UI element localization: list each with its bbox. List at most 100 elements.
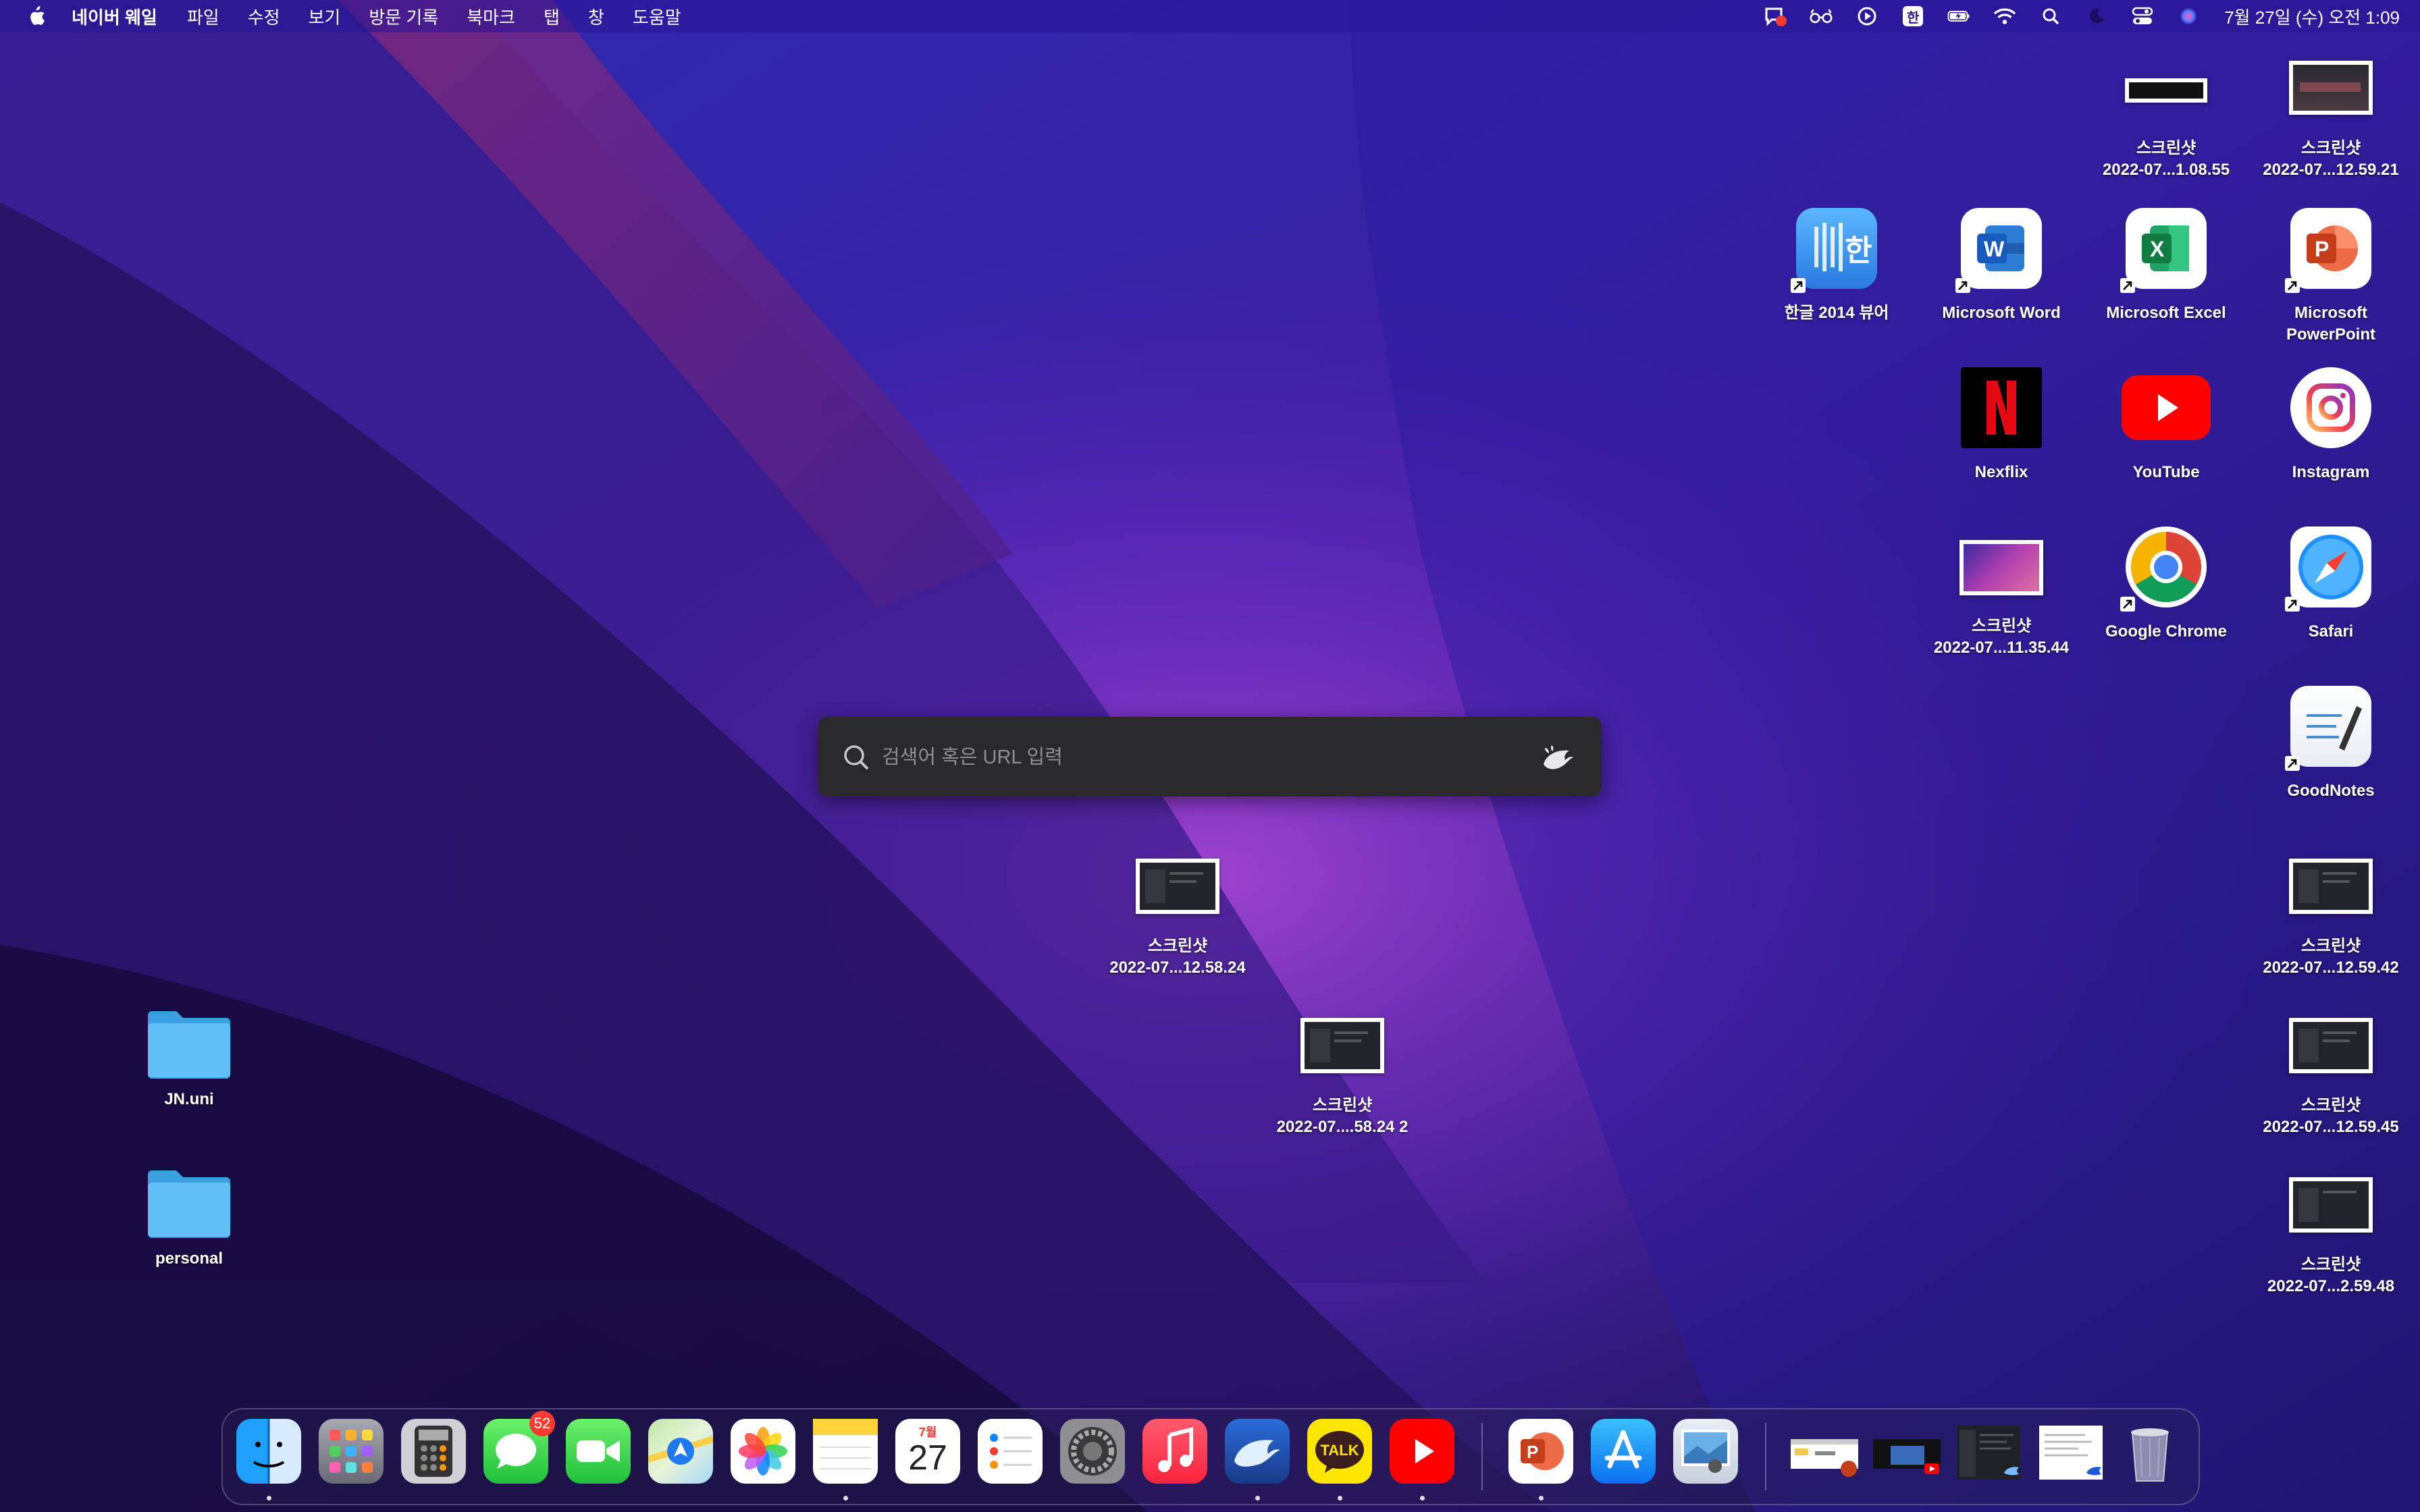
menu-app-name[interactable]: 네이버 웨일 xyxy=(72,4,157,29)
whale-quick-search-bar xyxy=(818,717,1602,796)
desktop-screenshot-item[interactable]: 스크린샷 2022-07...11.35.44 xyxy=(1920,526,2082,659)
dock: 52 7월 27 TALK P xyxy=(221,1408,2200,1505)
icon-label: 2022-07...12.59.45 xyxy=(2263,1118,2399,1136)
icon-label: 2022-07...12.59.42 xyxy=(2263,959,2399,977)
screenshot-thumbnail xyxy=(2289,61,2373,115)
play-circle-icon[interactable] xyxy=(1856,5,1878,28)
messages-badge: 52 xyxy=(529,1411,555,1436)
desktop-app-excel[interactable]: X Microsoft Excel xyxy=(2085,208,2247,324)
input-method-label: 한 xyxy=(1903,6,1924,26)
system-preferences-icon[interactable] xyxy=(1060,1419,1125,1484)
icon-label: 2022-07...12.59.21 xyxy=(2263,161,2399,179)
safari-icon xyxy=(2285,526,2371,612)
desktop-screenshot-item[interactable]: 스크린샷 2022-07...12.59.21 xyxy=(2250,61,2412,181)
notification-badge-icon[interactable] xyxy=(1764,5,1787,28)
powerpoint-icon: P xyxy=(2285,208,2371,293)
reader-glasses-icon[interactable] xyxy=(1810,5,1833,28)
apple-menu-icon[interactable] xyxy=(26,5,46,27)
desktop-screenshot-item[interactable]: 스크린샷 2022-07...2.59.48 xyxy=(2250,1177,2412,1297)
search-icon xyxy=(844,745,869,770)
icon-label: Microsoft Word xyxy=(1942,304,2061,322)
youtube-icon[interactable] xyxy=(1390,1419,1454,1484)
preview-icon[interactable] xyxy=(1673,1419,1738,1484)
desktop-screenshot-item[interactable]: 스크린샷 2022-07....58.24 2 xyxy=(1261,1018,1423,1138)
wifi-icon[interactable] xyxy=(1993,5,2016,28)
desktop-screenshot-item[interactable]: 스크린샷 2022-07...12.59.45 xyxy=(2250,1018,2412,1138)
desktop-app-chrome[interactable]: Google Chrome xyxy=(2085,526,2247,643)
whale-browser-icon[interactable] xyxy=(1225,1419,1290,1484)
menu-history[interactable]: 방문 기록 xyxy=(369,4,438,29)
running-indicator xyxy=(1255,1496,1260,1501)
music-icon[interactable] xyxy=(1142,1419,1207,1484)
icon-label: Nexflix xyxy=(1974,463,2028,481)
control-center-icon[interactable] xyxy=(2131,5,2154,28)
icon-label: Instagram xyxy=(2292,463,2370,481)
desktop-app-goodnotes[interactable]: GoodNotes xyxy=(2250,686,2412,802)
chrome-icon xyxy=(2120,526,2207,612)
menu-view[interactable]: 보기 xyxy=(309,4,341,29)
desktop-app-instagram[interactable]: Instagram xyxy=(2250,367,2412,483)
recent-window-3[interactable] xyxy=(1953,1419,2020,1484)
menubar-clock[interactable]: 7월 27일 (수) 오전 1:09 xyxy=(2224,4,2400,29)
menu-help[interactable]: 도움말 xyxy=(633,4,681,29)
desktop-app-netflix[interactable]: Nexflix xyxy=(1920,367,2082,483)
calendar-day: 27 xyxy=(908,1438,947,1478)
facetime-icon[interactable] xyxy=(566,1419,631,1484)
menu-edit[interactable]: 수정 xyxy=(248,4,280,29)
powerpoint-icon[interactable]: P xyxy=(1508,1419,1573,1484)
messages-icon[interactable]: 52 xyxy=(483,1411,555,1484)
icon-label: 스크린샷 xyxy=(2136,139,2197,157)
alias-arrow-icon xyxy=(2120,597,2135,612)
calendar-icon[interactable]: 7월 27 xyxy=(895,1419,960,1484)
siri-icon[interactable] xyxy=(2177,5,2200,28)
battery-icon[interactable] xyxy=(1947,5,1970,28)
recent-window-1[interactable] xyxy=(1788,1419,1858,1484)
desktop-folder-jnuni[interactable]: JN.uni xyxy=(108,1006,270,1110)
desktop-screenshot-item[interactable]: 스크린샷 2022-07...12.58.24 xyxy=(1097,859,1259,979)
recent-window-2[interactable] xyxy=(1870,1419,1941,1484)
running-indicator xyxy=(1338,1496,1342,1501)
trash-icon[interactable] xyxy=(2118,1419,2182,1484)
reminders-icon[interactable] xyxy=(978,1419,1043,1484)
focus-moon-icon[interactable] xyxy=(2085,5,2108,28)
desktop-screenshot-item[interactable]: 스크린샷 2022-07...12.59.42 xyxy=(2250,859,2412,979)
whale-logo-icon[interactable] xyxy=(1540,741,1575,772)
menu-tab[interactable]: 탭 xyxy=(544,4,560,29)
screenshot-thumbnail xyxy=(2289,1018,2373,1073)
desktop-app-word[interactable]: W Microsoft Word xyxy=(1920,208,2082,324)
app-store-icon[interactable] xyxy=(1591,1419,1656,1484)
alias-arrow-icon xyxy=(2285,278,2300,293)
recent-window-4[interactable] xyxy=(2035,1419,2103,1484)
desktop-app-hangul-viewer[interactable]: 한 한글 2014 뷰어 xyxy=(1756,208,1918,324)
icon-label: Microsoft Excel xyxy=(2106,304,2226,322)
desktop-app-safari[interactable]: Safari xyxy=(2250,526,2412,643)
kakaotalk-icon[interactable]: TALK xyxy=(1307,1419,1372,1484)
svg-text:W: W xyxy=(1984,237,2005,261)
desktop-app-powerpoint[interactable]: P Microsoft PowerPoint xyxy=(2250,208,2412,346)
photos-icon[interactable] xyxy=(731,1419,795,1484)
dock-separator xyxy=(1765,1423,1766,1490)
desktop-screenshot-item[interactable]: 스크린샷 2022-07...1.08.55 xyxy=(2085,61,2247,181)
running-indicator xyxy=(843,1496,848,1501)
maps-icon[interactable] xyxy=(647,1419,714,1484)
menu-bookmarks[interactable]: 북마크 xyxy=(467,4,515,29)
screenshot-thumbnail xyxy=(2289,1177,2373,1233)
word-icon: W xyxy=(1955,208,2042,293)
desktop-app-youtube[interactable]: YouTube xyxy=(2085,367,2247,483)
input-method-icon[interactable]: 한 xyxy=(1901,5,1924,28)
screenshot-thumbnail xyxy=(2289,859,2373,914)
search-input[interactable] xyxy=(880,736,1491,779)
finder-icon[interactable] xyxy=(236,1419,301,1484)
launchpad-icon[interactable] xyxy=(319,1419,384,1484)
svg-text:한: 한 xyxy=(1845,234,1872,268)
calculator-icon[interactable] xyxy=(401,1419,466,1484)
desktop-folder-personal[interactable]: personal xyxy=(108,1165,270,1270)
icon-label: JN.uni xyxy=(164,1090,214,1108)
spotlight-search-icon[interactable] xyxy=(2039,5,2062,28)
menu-file[interactable]: 파일 xyxy=(187,4,219,29)
notes-icon[interactable] xyxy=(813,1419,878,1484)
alias-arrow-icon xyxy=(2285,756,2300,771)
icon-label: 스크린샷 xyxy=(2300,139,2361,157)
menu-window[interactable]: 창 xyxy=(588,4,604,29)
folder-icon xyxy=(148,1011,230,1079)
